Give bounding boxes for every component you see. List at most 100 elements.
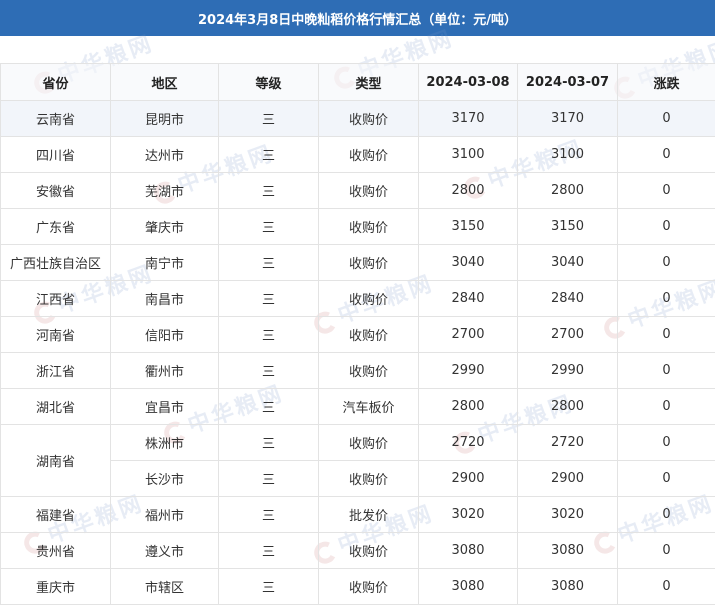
cell-price-0307: 2990 — [517, 352, 618, 389]
page-title: 2024年3月8日中晚籼稻价格行情汇总（单位：元/吨） — [0, 0, 715, 36]
cell-price-0307: 3040 — [517, 244, 618, 281]
cell-price-0307: 3170 — [517, 100, 618, 137]
cell-change: 0 — [617, 280, 715, 317]
cell-province: 云南省 — [0, 100, 111, 137]
cell-type: 汽车板价 — [318, 388, 419, 425]
cell-province: 贵州省 — [0, 532, 111, 569]
cell-price-0308: 3100 — [418, 136, 518, 173]
cell-change: 0 — [617, 100, 715, 137]
cell-province: 湖北省 — [0, 388, 111, 425]
cell-grade: 三 — [218, 388, 319, 425]
price-table: 省份 地区 等级 类型 2024-03-08 2024-03-07 涨跌 云南省… — [0, 63, 715, 605]
cell-province: 河南省 — [0, 316, 111, 353]
cell-change: 0 — [617, 172, 715, 209]
cell-price-0307: 2700 — [517, 316, 618, 353]
cell-type: 收购价 — [318, 568, 419, 605]
cell-province: 重庆市 — [0, 568, 111, 605]
cell-price-0307: 2720 — [517, 424, 618, 461]
cell-grade: 三 — [218, 244, 319, 281]
table-row: 河南省 信阳市三收购价 2700 2700 0 — [0, 316, 715, 353]
cell-province: 广西壮族自治区 — [0, 244, 111, 281]
cell-type: 收购价 — [318, 316, 419, 353]
table-row: 四川省 达州市三收购价 3100 3100 0 — [0, 136, 715, 173]
cell-change: 0 — [617, 136, 715, 173]
cell-type: 收购价 — [318, 532, 419, 569]
header-row: 省份 地区 等级 类型 2024-03-08 2024-03-07 涨跌 — [0, 63, 715, 101]
cell-region: 南昌市 — [110, 280, 219, 317]
header-province: 省份 — [0, 63, 111, 101]
cell-region: 宜昌市 — [110, 388, 219, 425]
cell-province: 湖南省 — [0, 424, 111, 497]
cell-type: 收购价 — [318, 280, 419, 317]
cell-province: 浙江省 — [0, 352, 111, 389]
cell-change: 0 — [617, 244, 715, 281]
cell-price-0307: 3020 — [517, 496, 618, 533]
cell-type: 收购价 — [318, 244, 419, 281]
cell-region: 遵义市 — [110, 532, 219, 569]
table-row: 湖北省 宜昌市三汽车板价 2800 2800 0 — [0, 388, 715, 425]
cell-province: 四川省 — [0, 136, 111, 173]
cell-price-0308: 2990 — [418, 352, 518, 389]
cell-price-0308: 3040 — [418, 244, 518, 281]
cell-type: 收购价 — [318, 208, 419, 245]
cell-price-0308: 3150 — [418, 208, 518, 245]
cell-change: 0 — [617, 316, 715, 353]
header-date-2: 2024-03-07 — [517, 63, 618, 101]
header-date-1: 2024-03-08 — [418, 63, 518, 101]
cell-grade: 三 — [218, 460, 319, 497]
cell-region: 福州市 — [110, 496, 219, 533]
cell-province: 福建省 — [0, 496, 111, 533]
table-row: 贵州省 遵义市三收购价 3080 3080 0 — [0, 532, 715, 569]
header-change: 涨跌 — [617, 63, 715, 101]
cell-grade: 三 — [218, 280, 319, 317]
cell-region: 市辖区 — [110, 568, 219, 605]
cell-price-0308: 3080 — [418, 568, 518, 605]
cell-region: 达州市 — [110, 136, 219, 173]
cell-grade: 三 — [218, 424, 319, 461]
cell-grade: 三 — [218, 568, 319, 605]
table-row: 江西省 南昌市三收购价 2840 2840 0 — [0, 280, 715, 317]
cell-region: 信阳市 — [110, 316, 219, 353]
cell-region: 肇庆市 — [110, 208, 219, 245]
cell-price-0308: 2700 — [418, 316, 518, 353]
cell-price-0307: 3100 — [517, 136, 618, 173]
cell-price-0308: 3170 — [418, 100, 518, 137]
cell-change: 0 — [617, 208, 715, 245]
cell-price-0308: 2800 — [418, 388, 518, 425]
cell-grade: 三 — [218, 496, 319, 533]
cell-grade: 三 — [218, 100, 319, 137]
header-region: 地区 — [110, 63, 219, 101]
cell-price-0308: 3020 — [418, 496, 518, 533]
cell-region: 昆明市 — [110, 100, 219, 137]
cell-region: 芜湖市 — [110, 172, 219, 209]
cell-price-0308: 3080 — [418, 532, 518, 569]
cell-type: 收购价 — [318, 424, 419, 461]
table-row: 湖南省 株洲市三收购价 2720 2720 0 — [0, 424, 715, 497]
table-row: 广东省 肇庆市三收购价 3150 3150 0 — [0, 208, 715, 245]
cell-type: 批发价 — [318, 496, 419, 533]
cell-price-0307: 2900 — [517, 460, 618, 497]
cell-grade: 三 — [218, 136, 319, 173]
cell-region: 衢州市 — [110, 352, 219, 389]
cell-change: 0 — [617, 568, 715, 605]
cell-price-0307: 3150 — [517, 208, 618, 245]
cell-price-0307: 2800 — [517, 172, 618, 209]
cell-region: 株洲市 — [110, 424, 219, 461]
cell-change: 0 — [617, 532, 715, 569]
cell-region: 长沙市 — [110, 460, 219, 497]
cell-region: 南宁市 — [110, 244, 219, 281]
cell-change: 0 — [617, 460, 715, 497]
cell-price-0307: 2800 — [517, 388, 618, 425]
cell-type: 收购价 — [318, 172, 419, 209]
cell-province: 江西省 — [0, 280, 111, 317]
cell-price-0307: 2840 — [517, 280, 618, 317]
cell-price-0308: 2900 — [418, 460, 518, 497]
table-row: 重庆市 市辖区三收购价 3080 3080 0 — [0, 568, 715, 605]
cell-type: 收购价 — [318, 136, 419, 173]
cell-change: 0 — [617, 352, 715, 389]
cell-price-0308: 2720 — [418, 424, 518, 461]
cell-grade: 三 — [218, 172, 319, 209]
cell-change: 0 — [617, 496, 715, 533]
cell-change: 0 — [617, 388, 715, 425]
cell-grade: 三 — [218, 208, 319, 245]
